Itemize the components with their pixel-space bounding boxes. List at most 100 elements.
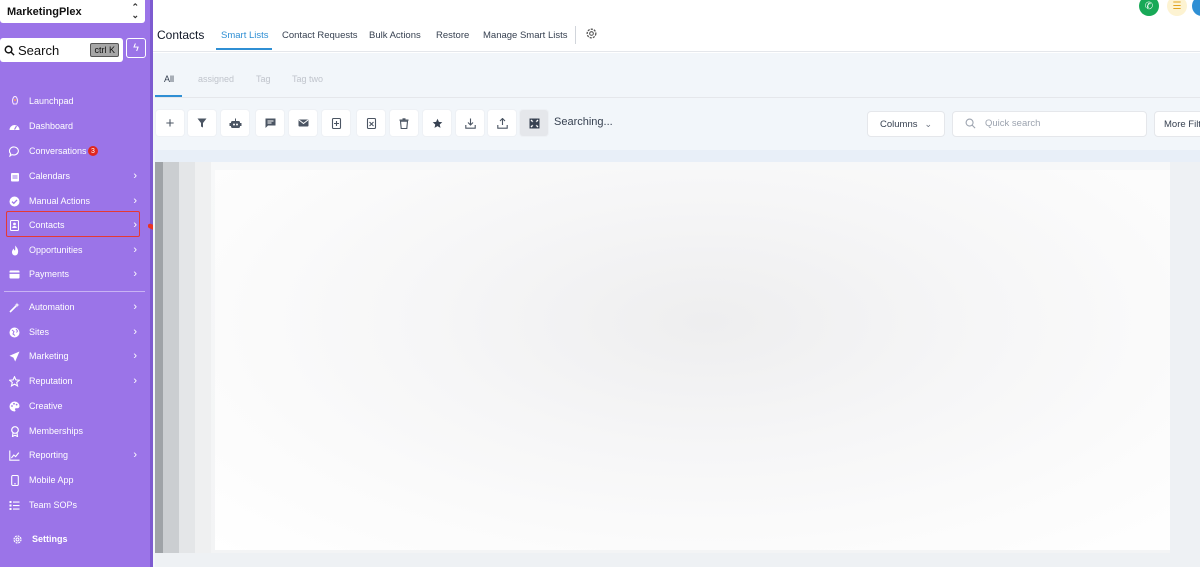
search-label: Search [18,42,60,58]
sidebar-item-reputation[interactable]: Reputation › [0,369,145,393]
more-filters-button[interactable]: More Filters [1154,111,1200,137]
quick-action-button[interactable]: ϟ [126,38,146,58]
chevron-right-icon: › [133,449,137,461]
star-icon [432,118,442,128]
sidebar-item-settings[interactable]: Settings [0,527,145,551]
tab-separator [575,26,576,44]
add-icon: + [165,114,175,132]
table-column-blur [1170,162,1200,553]
filter-icon [197,118,207,128]
search-status: Searching... [554,116,613,128]
sidebar-item-label: Manual Actions [29,196,91,206]
chevron-right-icon: › [133,268,137,280]
send-email-button[interactable] [289,110,317,136]
star-icon [9,375,20,387]
sidebar-item-team-sops[interactable]: Team SOPs [0,493,145,517]
tab-bulk-actions[interactable]: Bulk Actions [369,30,421,41]
chevron-right-icon: › [133,301,137,313]
add-contact-button[interactable]: + [156,110,184,136]
review-request-button[interactable] [423,110,451,136]
sidebar-item-label: Payments [29,269,70,279]
sidebar-item-label: Settings [32,534,68,544]
tab-smart-lists[interactable]: Smart Lists [221,30,269,41]
quick-search-input[interactable] [985,118,1135,129]
table-column-blur [163,162,179,553]
page-title: Contacts [157,28,205,42]
more-filters-label: More Filters [1164,118,1200,130]
sidebar-item-calendars[interactable]: Calendars › [0,164,145,188]
import-button[interactable] [456,110,484,136]
sidebar-item-launchpad[interactable]: Launchpad [0,89,145,113]
contacts-highlight-box [6,211,140,237]
chevron-right-icon: › [133,170,137,182]
gear-icon[interactable] [585,27,599,41]
check-circle-icon [9,196,20,207]
tab-manage-smart-lists[interactable]: Manage Smart Lists [483,30,567,41]
remove-tag-button[interactable] [357,110,385,136]
tab-contact-requests[interactable]: Contact Requests [282,30,358,41]
export-button[interactable] [488,110,516,136]
sidebar-item-conversations[interactable]: Conversations 3 [0,139,145,163]
chat-icon [9,145,20,157]
table-column-blur [195,162,211,553]
globe-icon [9,327,20,338]
chevron-up-down-icon: ⌃ ⌄ [131,2,139,20]
sidebar-item-mobile-app[interactable]: Mobile App [0,468,145,492]
sidebar-item-payments[interactable]: Payments › [0,262,145,286]
sidebar-item-automation[interactable]: Automation › [0,295,145,319]
send-sms-button[interactable] [256,110,284,136]
add-to-automation-button[interactable] [221,110,249,136]
gear-icon [12,534,23,545]
sidebar-item-label: Dashboard [29,121,74,131]
palette-icon [9,401,20,412]
calendar-icon [9,171,20,182]
chevron-right-icon: › [133,195,137,207]
add-tag-icon [331,117,341,129]
sidebar-item-dashboard[interactable]: Dashboard [0,114,145,138]
account-name: MarketingPlex [7,5,82,18]
sidebar-item-label: Automation [29,302,75,312]
add-tag-button[interactable] [322,110,350,136]
chevron-right-icon: › [133,326,137,338]
columns-dropdown[interactable]: Columns ⌄ [867,111,945,137]
sidebar-item-label: Marketing [29,351,69,361]
columns-label: Columns [880,118,918,130]
sidebar-item-manual-actions[interactable]: Manual Actions › [0,189,145,213]
sidebar-item-label: Sites [29,327,50,337]
avatar[interactable] [1192,0,1200,16]
search-icon [4,45,15,56]
merge-button[interactable] [520,110,548,136]
contacts-table-loading [155,150,1200,553]
send-icon [9,351,20,362]
subtab-all[interactable]: All [164,74,174,84]
sidebar-item-sites[interactable]: Sites › [0,320,145,344]
email-icon [298,119,308,127]
rocket-icon [9,95,20,107]
magic-wand-icon [9,302,20,313]
flame-icon [9,245,20,256]
notifications-button[interactable]: ☰ [1167,0,1187,16]
chevron-right-icon: › [133,350,137,362]
subtab-assigned[interactable]: assigned [198,74,234,84]
delete-button[interactable] [390,110,418,136]
sidebar-item-reporting[interactable]: Reporting › [0,443,145,467]
subtab-tag-two[interactable]: Tag two [292,74,323,84]
sidebar-item-opportunities[interactable]: Opportunities › [0,238,145,262]
sidebar-item-label: Opportunities [29,245,83,255]
sidebar-item-memberships[interactable]: Memberships [0,419,145,443]
sidebar-item-creative[interactable]: Creative [0,394,145,418]
dashboard-icon [9,121,20,132]
sidebar-item-label: Conversations [29,146,87,156]
sidebar-search[interactable]: Search ctrl K [0,38,123,62]
subtab-tag[interactable]: Tag [256,74,271,84]
message-icon [265,118,275,128]
chevron-right-icon: › [133,375,137,387]
account-switcher[interactable]: MarketingPlex ⌃ ⌄ [0,0,145,23]
subtab-divider [155,97,1200,98]
table-column-blur [179,162,195,553]
phone-button[interactable]: ✆ [1139,0,1159,16]
quick-search-field[interactable] [952,111,1147,137]
filter-button[interactable] [188,110,216,136]
sidebar-item-marketing[interactable]: Marketing › [0,344,145,368]
tab-restore[interactable]: Restore [436,30,469,41]
